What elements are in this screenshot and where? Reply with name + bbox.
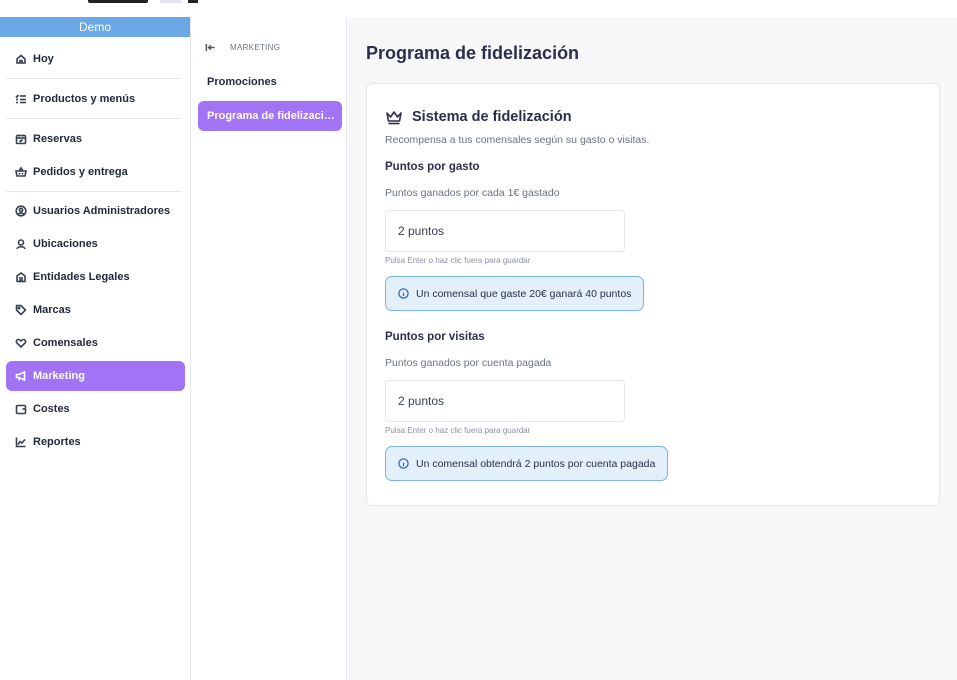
spend-info-banner: Un comensal que gaste 20€ ganará 40 punt… [385,276,645,311]
visits-save-hint: Pulsa Enter o haz clic fuera para guarda… [385,426,531,435]
sidebar-item-pedidos[interactable]: Pedidos y entrega [6,157,185,187]
sidebar-item-label: Ubicaciones [33,238,98,250]
top-strip-fragment [160,0,182,3]
sidebar-item-entidades[interactable]: Entidades Legales [6,262,185,292]
card-subtitle: Recompensa a tus comensales según su gas… [385,134,650,146]
calendar-icon [15,133,27,145]
spend-save-hint: Pulsa Enter o haz clic fuera para guarda… [385,256,531,265]
visits-info-text: Un comensal obtendrá 2 puntos por cuenta… [416,457,656,470]
top-strip-fragment [188,0,198,3]
sidebar-item-label: Productos y menús [33,93,136,105]
sidebar-item-costes[interactable]: Costes [6,394,185,424]
top-strip-fragment [88,0,148,3]
sidebar-item-label: Marcas [33,304,71,316]
visits-section-description: Puntos ganados por cuenta pagada [385,357,552,369]
chart-icon [15,436,27,448]
crown-icon [385,109,403,125]
sidebar-item-comensales[interactable]: Comensales [6,328,185,358]
basket-icon [15,166,27,178]
divider [6,118,182,119]
sidebar-item-productos[interactable]: Productos y menús [6,84,185,114]
subnav-item-label: Programa de fidelización [207,110,335,122]
tag-icon [15,304,27,316]
sidebar-item-label: Entidades Legales [33,271,130,283]
page-title: Programa de fidelización [366,43,580,63]
user-circle-icon [15,205,27,217]
main-content: Programa de fidelización Sistema de fide… [348,17,957,680]
card-header: Sistema de fidelización [385,109,572,125]
building-icon [15,271,27,283]
sidebar-item-label: Usuarios Administradores [33,205,171,217]
sidebar-item-label: Pedidos y entrega [33,166,128,178]
spend-section-title: Puntos por gasto [385,161,480,173]
list-check-icon [15,93,27,105]
loyalty-card: Sistema de fidelización Recompensa a tus… [366,83,940,506]
sidebar-item-label: Marketing [33,370,85,382]
subnav-header: MARKETING [204,41,280,53]
spend-section-description: Puntos ganados por cada 1€ gastado [385,187,560,199]
wallet-icon [15,403,27,415]
sidebar-item-reservas[interactable]: Reservas [6,124,185,154]
subnav-section-label: MARKETING [230,42,281,52]
info-icon [398,288,409,299]
points-per-spend-input[interactable] [385,210,625,252]
top-strip [0,0,957,17]
sidebar-item-marcas[interactable]: Marcas [6,295,185,325]
marketing-subnav: MARKETING Promociones Programa de fideli… [192,17,347,680]
sidebar-item-label: Hoy [33,53,54,65]
sidebar-item-label: Reservas [33,133,82,145]
sidebar-item-reportes[interactable]: Reportes [6,427,185,457]
sidebar-item-label: Reportes [33,436,81,448]
subnav-item-label: Promociones [207,76,277,88]
home-icon [15,53,27,65]
sidebar-item-marketing[interactable]: Marketing [6,361,185,391]
sidebar-item-label: Costes [33,403,70,415]
divider [6,191,182,192]
sidebar: Demo Hoy Productos y menús Reservas Pedi… [0,17,191,680]
points-per-visit-input[interactable] [385,380,625,422]
subnav-item-fidelizacion[interactable]: Programa de fidelización [198,101,342,131]
info-icon [398,458,409,469]
sidebar-item-usuarios[interactable]: Usuarios Administradores [6,196,185,226]
sidebar-item-hoy[interactable]: Hoy [6,44,185,74]
subnav-item-promociones[interactable]: Promociones [198,67,342,97]
divider [6,78,182,79]
card-title: Sistema de fidelización [412,109,572,125]
location-user-icon [15,238,27,250]
sidebar-item-ubicaciones[interactable]: Ubicaciones [6,229,185,259]
heart-hand-icon [15,337,27,349]
sidebar-item-label: Comensales [33,337,98,349]
spend-info-text: Un comensal que gaste 20€ ganará 40 punt… [416,287,632,300]
megaphone-icon [15,370,27,382]
collapse-panel-icon[interactable] [204,41,216,53]
visits-section-title: Puntos por visitas [385,331,485,343]
visits-info-banner: Un comensal obtendrá 2 puntos por cuenta… [385,446,669,481]
workspace-switcher[interactable]: Demo [0,17,190,37]
